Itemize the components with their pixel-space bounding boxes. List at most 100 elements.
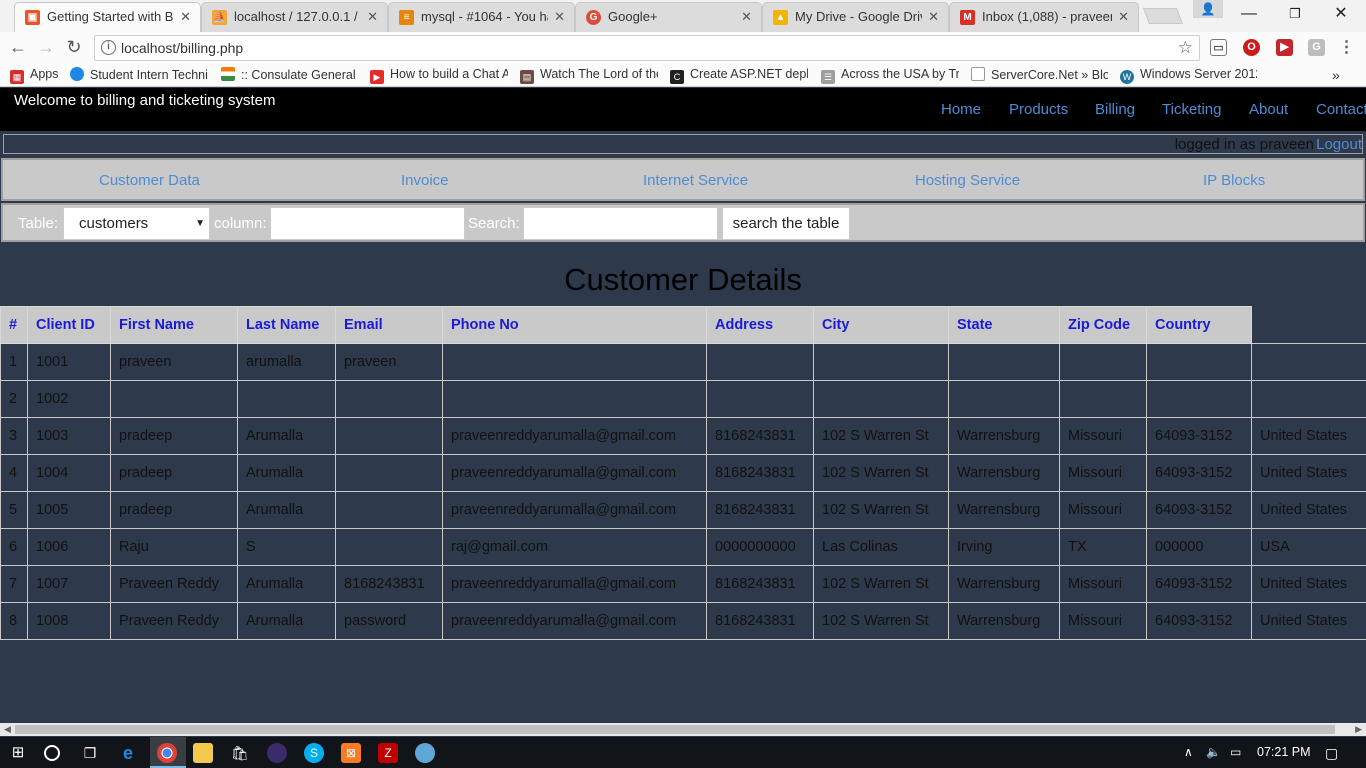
bookmark-servercore[interactable]: ServerCore.Net » Blog	[971, 67, 1108, 82]
table-cell	[948, 343, 1060, 381]
column-header: Address	[706, 306, 814, 344]
bookmark-across-usa[interactable]: ☰ Across the USA by Tra	[821, 67, 959, 84]
tab-getting-started[interactable]: ▣ Getting Started with Boo ✕	[14, 2, 201, 32]
bookmark-aspnet[interactable]: C Create ASP.NET deplo	[670, 67, 808, 84]
subnav-hosting-service[interactable]: Hosting Service	[915, 172, 1020, 189]
tab-drive[interactable]: ▲ My Drive - Google Drive ✕	[762, 2, 949, 32]
subnav-customer-data[interactable]: Customer Data	[99, 172, 200, 189]
table-cell: Missouri	[1059, 565, 1147, 603]
windows-icon[interactable]: ⊞	[8, 743, 28, 763]
reload-icon[interactable]: ↻	[61, 35, 87, 61]
logout-link[interactable]: Logout	[1316, 136, 1362, 153]
restore-button[interactable]: ❐	[1272, 0, 1318, 30]
column-input[interactable]	[270, 207, 465, 240]
volume-icon[interactable]: 🔈	[1206, 745, 1221, 759]
bookmark-chat-app[interactable]: ▶ How to build a Chat A	[370, 67, 508, 84]
xampp-icon[interactable]: ⊠	[341, 743, 361, 763]
bookmark-lord-of-rings[interactable]: ▤ Watch The Lord of the	[520, 67, 658, 84]
subnav-internet-service[interactable]: Internet Service	[643, 172, 748, 189]
eclipse-icon[interactable]	[267, 743, 287, 763]
close-window-button[interactable]: ✕	[1318, 0, 1364, 30]
nav-billing[interactable]: Billing	[1095, 101, 1135, 118]
table-cell: 0000000000	[706, 528, 814, 566]
address-bar[interactable]: i localhost/billing.php ☆	[94, 35, 1200, 61]
globe-icon	[70, 67, 84, 81]
table-cell: 2	[0, 380, 28, 418]
new-tab-button[interactable]	[1143, 8, 1183, 24]
clock[interactable]: 07:21 PM	[1257, 745, 1311, 759]
search-table-button[interactable]: search the table	[722, 207, 850, 240]
minimize-button[interactable]: —	[1226, 0, 1272, 30]
paint-icon[interactable]	[415, 743, 435, 763]
nav-ticketing[interactable]: Ticketing	[1162, 101, 1221, 118]
opera-icon[interactable]: O	[1243, 39, 1260, 56]
grammarly-icon[interactable]: G	[1308, 39, 1325, 56]
close-icon[interactable]: ✕	[1118, 3, 1129, 30]
tab-strip: ▣ Getting Started with Boo ✕ ⛵ localhost…	[0, 0, 1366, 32]
nav-about[interactable]: About	[1249, 101, 1288, 118]
cortana-icon[interactable]	[44, 745, 60, 761]
store-icon[interactable]: 🛍	[230, 743, 250, 763]
cast-icon[interactable]: ▭	[1210, 39, 1227, 56]
subnav-invoice[interactable]: Invoice	[401, 172, 449, 189]
tab-googleplus[interactable]: G Google+ ✕	[575, 2, 762, 32]
back-icon[interactable]: ←	[5, 35, 31, 61]
profile-icon[interactable]: 👤	[1193, 0, 1223, 18]
bookmark-label: Windows Server 2012	[1140, 67, 1257, 81]
notification-icon[interactable]: ▢	[1325, 745, 1338, 762]
filezilla-icon[interactable]: Z	[378, 743, 398, 763]
menu-icon[interactable]: ⋮	[1338, 39, 1355, 56]
search-input[interactable]	[523, 207, 718, 240]
table-cell: USA	[1251, 528, 1366, 566]
nav-home[interactable]: Home	[941, 101, 981, 118]
youtube-icon: ▶	[370, 70, 384, 84]
scrollbar-thumb[interactable]	[15, 725, 1335, 734]
bookmarks-more-button[interactable]: »	[1332, 67, 1340, 83]
tab-mysql[interactable]: ≡ mysql - #1064 - You hav ✕	[388, 2, 575, 32]
table-cell	[335, 528, 443, 566]
table-select[interactable]: customers ▼	[63, 207, 210, 240]
column-header: Phone No	[442, 306, 707, 344]
nav-contact[interactable]: Contact	[1316, 101, 1366, 118]
skype-icon[interactable]: S	[304, 743, 324, 763]
table-cell: 8168243831	[335, 565, 443, 603]
chrome-icon[interactable]	[157, 743, 177, 763]
browser-toolbar: ← → ↻ i localhost/billing.php ☆ ▭ O ▶ G …	[0, 32, 1366, 63]
bookmark-windows-server[interactable]: W Windows Server 2012	[1120, 67, 1257, 84]
extension-icon[interactable]: ▶	[1276, 39, 1293, 56]
column-label: column:	[214, 215, 267, 232]
table-cell: Warrensburg	[948, 417, 1060, 455]
bookmark-label: Student Intern Technic	[90, 68, 208, 82]
info-icon[interactable]: i	[101, 40, 116, 55]
column-header-empty	[1251, 306, 1366, 344]
table-cell	[442, 380, 707, 418]
subnav-ip-blocks[interactable]: IP Blocks	[1203, 172, 1265, 189]
bookmark-consulate[interactable]: :: Consulate General o	[221, 67, 358, 82]
close-icon[interactable]: ✕	[554, 3, 565, 30]
file-explorer-icon[interactable]	[193, 743, 213, 763]
chevron-up-icon[interactable]: ∧	[1184, 745, 1193, 759]
scroll-left-icon[interactable]: ◀	[4, 723, 11, 736]
close-icon[interactable]: ✕	[741, 3, 752, 30]
bookmark-student-intern[interactable]: Student Intern Technic	[70, 67, 208, 82]
close-icon[interactable]: ✕	[180, 3, 191, 30]
horizontal-scrollbar[interactable]: ◀ ▶	[0, 723, 1366, 736]
table-cell: Warrensburg	[948, 565, 1060, 603]
edge-icon[interactable]: e	[118, 743, 138, 763]
table-cell	[1146, 380, 1252, 418]
table-cell	[335, 380, 443, 418]
scroll-right-icon[interactable]: ▶	[1355, 723, 1362, 736]
nav-products[interactable]: Products	[1009, 101, 1068, 118]
close-icon[interactable]: ✕	[928, 3, 939, 30]
bookmark-label: ServerCore.Net » Blog	[991, 68, 1108, 82]
page-icon	[971, 67, 985, 81]
forward-icon[interactable]: →	[33, 35, 59, 61]
task-view-icon[interactable]: ❐	[80, 743, 100, 763]
battery-icon[interactable]: ▭	[1230, 745, 1241, 759]
tab-phpmyadmin[interactable]: ⛵ localhost / 127.0.0.1 / ar ✕	[201, 2, 388, 32]
bookmark-star-icon[interactable]: ☆	[1178, 38, 1193, 58]
tab-gmail[interactable]: M Inbox (1,088) - praveenr ✕	[949, 2, 1139, 32]
bookmark-apps[interactable]: ▦ Apps	[10, 67, 59, 84]
close-icon[interactable]: ✕	[367, 3, 378, 30]
table-cell: password	[335, 602, 443, 640]
